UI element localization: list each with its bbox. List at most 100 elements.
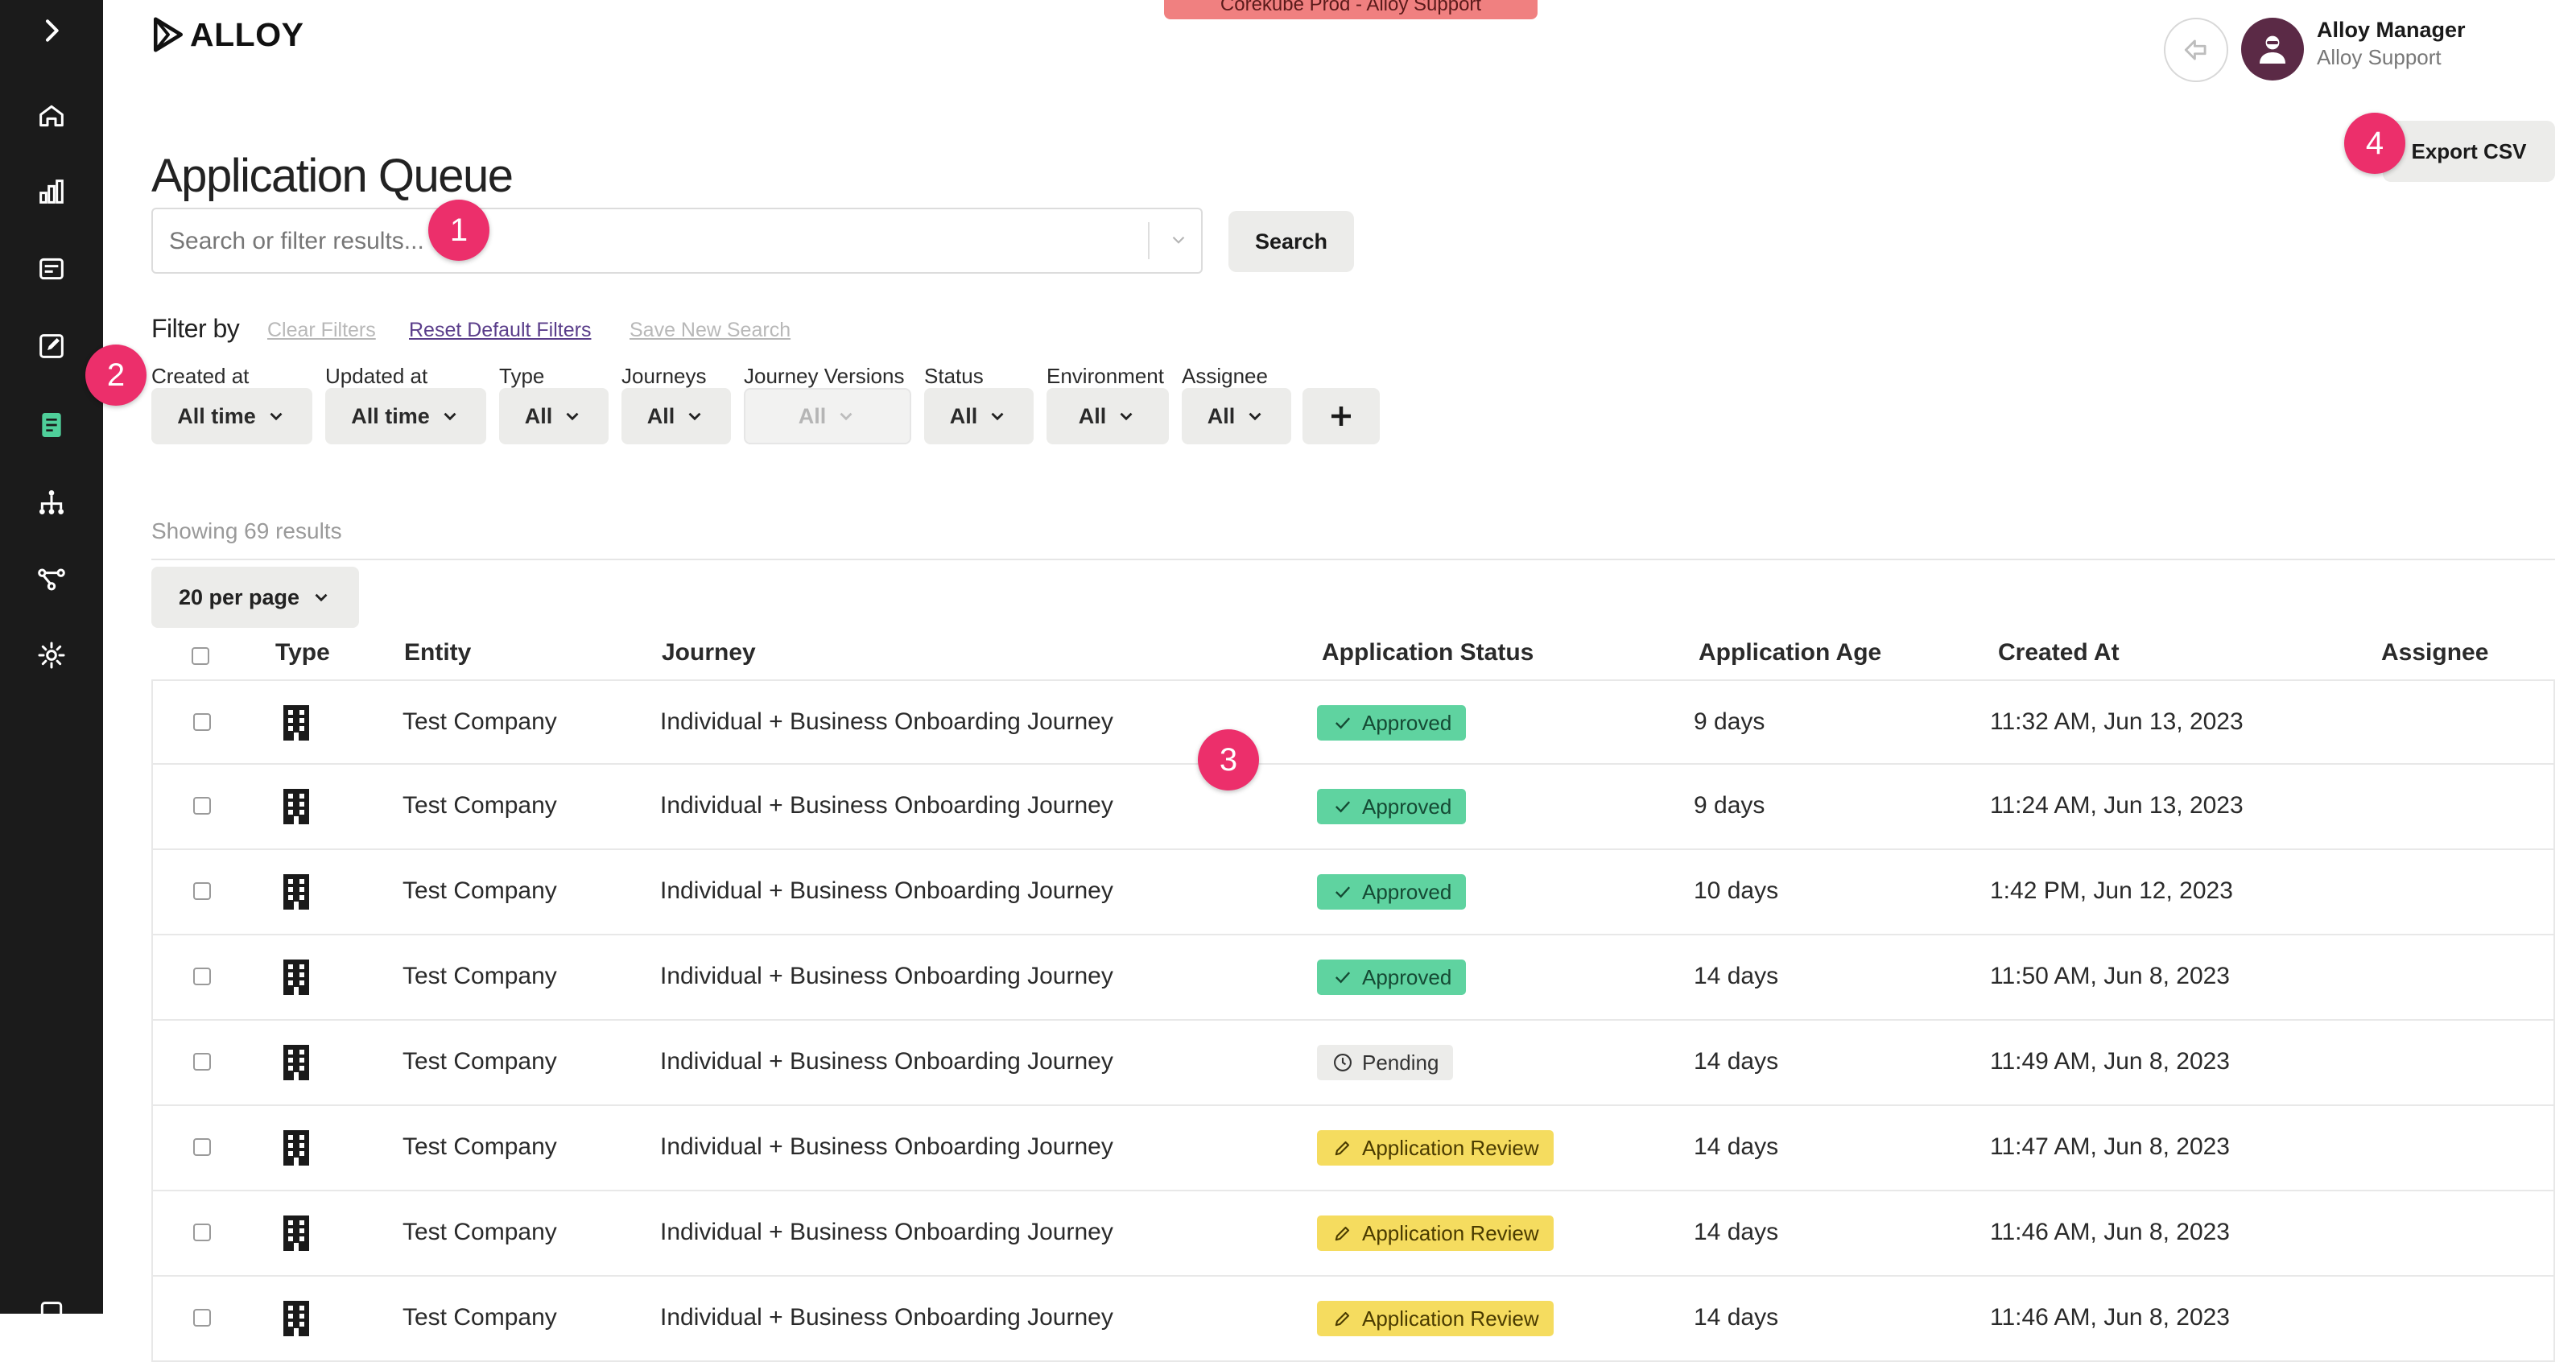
- entity-cell[interactable]: Test Company: [402, 963, 557, 990]
- nav-inbox[interactable]: [23, 240, 80, 298]
- journey-cell: Individual + Business Onboarding Journey: [660, 963, 1113, 989]
- select-all-checkbox[interactable]: [192, 647, 209, 665]
- search-field[interactable]: [151, 208, 1203, 274]
- entity-cell[interactable]: Test Company: [402, 708, 557, 736]
- filter-status-dropdown[interactable]: All: [924, 388, 1034, 444]
- clear-filters-link[interactable]: Clear Filters: [267, 319, 376, 342]
- hierarchy-icon: [39, 490, 64, 514]
- user-icon: [2260, 35, 2285, 64]
- entity-cell[interactable]: Test Company: [402, 1048, 557, 1075]
- chevron-down-icon: [444, 412, 456, 421]
- nav-home[interactable]: [23, 87, 80, 145]
- created-at-cell: 11:46 AM, Jun 8, 2023: [1990, 1304, 2230, 1331]
- chat-icon: [40, 1302, 63, 1321]
- page-title: Application Queue: [151, 149, 514, 202]
- chevron-down-icon: [270, 412, 283, 421]
- entity-cell[interactable]: Test Company: [402, 1133, 557, 1161]
- nav-hierarchy[interactable]: [23, 473, 80, 531]
- table-row[interactable]: Test Company Individual + Business Onboar…: [151, 850, 2555, 935]
- journey-cell: Individual + Business Onboarding Journey: [660, 1219, 1113, 1245]
- back-button[interactable]: [2164, 18, 2228, 82]
- add-filter-button[interactable]: [1302, 388, 1380, 444]
- application-age-cell: 9 days: [1694, 708, 1765, 735]
- filter-created-at-dropdown[interactable]: All time: [151, 388, 312, 444]
- journey-cell: Individual + Business Onboarding Journey: [660, 1304, 1113, 1331]
- entity-cell[interactable]: Test Company: [402, 1304, 557, 1331]
- filter-type-value: All: [524, 403, 553, 428]
- filter-updated-at-dropdown[interactable]: All time: [325, 388, 486, 444]
- table-row[interactable]: Test Company Individual + Business Onboar…: [151, 1277, 2555, 1362]
- entity-cell[interactable]: Test Company: [402, 877, 557, 905]
- reset-default-filters-link[interactable]: Reset Default Filters: [409, 319, 591, 342]
- nav-bottom-item[interactable]: [23, 1285, 80, 1343]
- filter-created-at-value: All time: [177, 403, 256, 428]
- nav-analytics[interactable]: [23, 163, 80, 221]
- search-divider: [1148, 222, 1150, 259]
- status-badge: Application Review: [1317, 1130, 1554, 1166]
- user-organization: Alloy Support: [2317, 45, 2442, 69]
- per-page-dropdown[interactable]: 20 per page: [151, 567, 359, 628]
- table-row[interactable]: Test Company Individual + Business Onboar…: [151, 1106, 2555, 1191]
- application-age-cell: 14 days: [1694, 1219, 1779, 1245]
- column-header-journey[interactable]: Journey: [662, 639, 756, 667]
- table-row[interactable]: Test Company Individual + Business Onboar…: [151, 935, 2555, 1021]
- filter-journeys-dropdown[interactable]: All: [621, 388, 731, 444]
- plus-icon: [1331, 407, 1351, 426]
- column-header-type[interactable]: Type: [275, 639, 330, 667]
- filter-type-dropdown[interactable]: All: [499, 388, 609, 444]
- column-header-assignee[interactable]: Assignee: [2381, 639, 2488, 667]
- search-dropdown-toggle[interactable]: [1162, 224, 1195, 256]
- annotation-marker-1: 1: [428, 200, 489, 261]
- entity-cell[interactable]: Test Company: [402, 792, 557, 819]
- row-checkbox[interactable]: [193, 1138, 211, 1156]
- filter-assignee-dropdown[interactable]: All: [1182, 388, 1291, 444]
- journey-cell: Individual + Business Onboarding Journey: [660, 792, 1113, 819]
- row-checkbox[interactable]: [193, 1309, 211, 1327]
- building-icon: [283, 705, 309, 741]
- row-checkbox[interactable]: [193, 1053, 211, 1071]
- divider: [151, 559, 2555, 560]
- row-checkbox[interactable]: [193, 968, 211, 985]
- avatar[interactable]: [2241, 18, 2304, 80]
- chevron-down-icon: [840, 412, 852, 421]
- filter-assignee-value: All: [1207, 403, 1236, 428]
- search-button[interactable]: Search: [1228, 211, 1354, 272]
- nav-edit[interactable]: [23, 317, 80, 375]
- expand-nav-button[interactable]: [23, 2, 80, 60]
- row-checkbox[interactable]: [193, 713, 211, 731]
- entity-cell[interactable]: Test Company: [402, 1219, 557, 1246]
- building-icon: [283, 1301, 309, 1336]
- column-header-application-age[interactable]: Application Age: [1699, 639, 1881, 667]
- check-icon: [1335, 801, 1351, 813]
- save-new-search-link[interactable]: Save New Search: [630, 319, 791, 342]
- per-page-value: 20 per page: [178, 584, 300, 609]
- check-icon: [1335, 972, 1351, 984]
- chevron-down-icon: [991, 412, 1004, 421]
- table-row[interactable]: Test Company Individual + Business Onboar…: [151, 1191, 2555, 1277]
- table-row[interactable]: Test Company Individual + Business Onboar…: [151, 679, 2555, 765]
- export-csv-button[interactable]: Export CSV: [2383, 121, 2555, 182]
- status-badge-label: Approved: [1362, 964, 1452, 989]
- nav-settings[interactable]: [23, 626, 80, 684]
- filter-status-value: All: [949, 403, 978, 428]
- row-checkbox[interactable]: [193, 797, 211, 815]
- inbox-icon: [39, 258, 64, 280]
- column-header-application-status[interactable]: Application Status: [1322, 639, 1534, 667]
- filter-label-environment: Environment: [1046, 364, 1164, 388]
- created-at-cell: 1:42 PM, Jun 12, 2023: [1990, 877, 2233, 904]
- created-at-cell: 11:47 AM, Jun 8, 2023: [1990, 1133, 2230, 1160]
- column-header-created-at[interactable]: Created At: [1998, 639, 2120, 667]
- filter-journey-versions-dropdown[interactable]: All: [744, 388, 911, 444]
- filter-environment-dropdown[interactable]: All: [1046, 388, 1169, 444]
- search-input[interactable]: [167, 209, 1137, 274]
- nav-workflow[interactable]: [23, 551, 80, 609]
- nav-applications[interactable]: [23, 396, 80, 454]
- column-header-entity[interactable]: Entity: [404, 639, 471, 667]
- status-badge: Approved: [1317, 874, 1467, 910]
- alloy-logo[interactable]: ALLOY: [151, 14, 303, 55]
- row-checkbox[interactable]: [193, 1224, 211, 1241]
- table-row[interactable]: Test Company Individual + Business Onboar…: [151, 1021, 2555, 1106]
- row-checkbox[interactable]: [193, 882, 211, 900]
- table-row[interactable]: Test Company Individual + Business Onboar…: [151, 765, 2555, 850]
- environment-banner: Corekube Prod - Alloy Support: [1164, 0, 1538, 19]
